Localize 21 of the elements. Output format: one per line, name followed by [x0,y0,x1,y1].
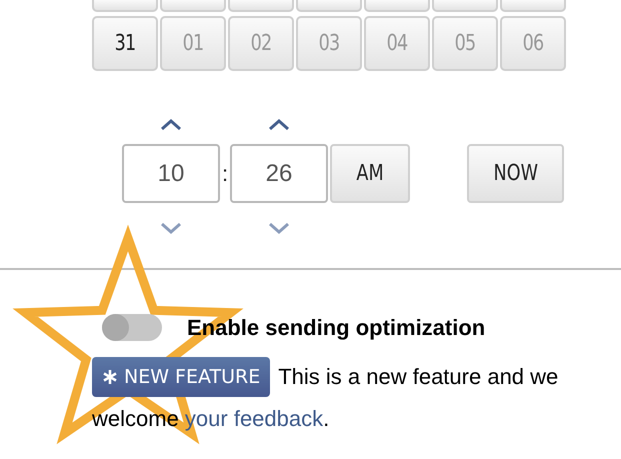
new-feature-badge: NEW FEATURE [92,357,270,397]
calendar-day[interactable] [160,0,226,12]
minute-up-chevron-icon[interactable] [268,118,290,130]
hour-down-chevron-icon[interactable] [160,223,182,235]
am-pm-button[interactable]: AM [330,144,410,203]
hour-field[interactable]: 10 [122,144,220,203]
calendar-day[interactable] [296,0,362,12]
feature-note: This is a new feature and we [278,363,558,391]
asterisk-icon [102,369,118,385]
calendar-day[interactable]: 31 [92,16,158,71]
calendar-day[interactable] [500,0,566,12]
time-separator: : [222,160,228,186]
minute-field[interactable]: 26 [230,144,328,203]
now-button[interactable]: NOW [467,144,564,203]
calendar-day[interactable] [364,0,430,12]
hour-up-chevron-icon[interactable] [160,118,182,130]
calendar-day[interactable] [92,0,158,12]
minute-down-chevron-icon[interactable] [268,223,290,235]
calendar-day[interactable] [432,0,498,12]
toggle-switch[interactable] [102,314,162,341]
calendar-day[interactable] [228,0,294,12]
